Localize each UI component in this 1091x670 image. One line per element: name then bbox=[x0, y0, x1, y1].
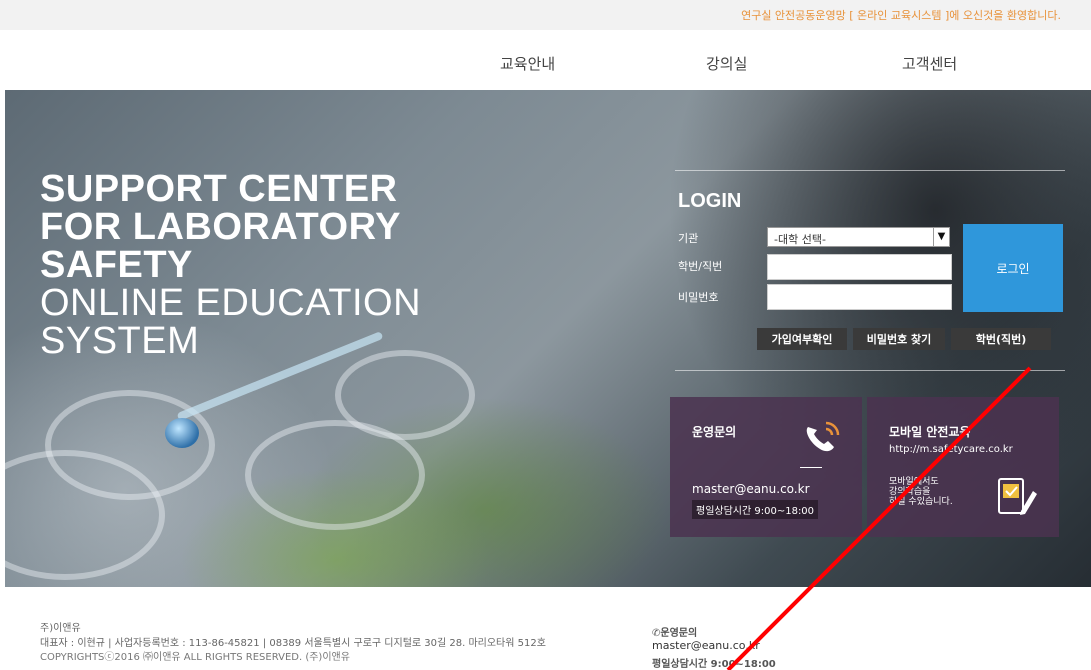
droplet-decoration bbox=[165, 418, 199, 448]
top-bar: 연구실 안전공동운영망 [ 온라인 교육시스템 ]에 오신것을 환영합니다. bbox=[0, 0, 1091, 30]
footer-company: 주)이앤유 bbox=[40, 623, 81, 634]
mobile-box-url: http://m.safetycare.co.kr bbox=[889, 444, 1013, 455]
mobile-box-desc-line: 모바일에서도 bbox=[889, 477, 939, 487]
welcome-message: 연구실 안전공동운영망 [ 온라인 교육시스템 ]에 오신것을 환영합니다. bbox=[741, 9, 1061, 22]
hero-banner: SUPPORT CENTER FOR LABORATORY SAFETY ONL… bbox=[5, 90, 1091, 587]
hero-title: SUPPORT CENTER FOR LABORATORY SAFETY ONL… bbox=[40, 170, 421, 360]
institution-label: 기관 bbox=[678, 232, 699, 245]
login-title: LOGIN bbox=[678, 190, 742, 212]
id-input[interactable] bbox=[767, 254, 952, 280]
mobile-box-description: 모바일에서도 강의학습을 하실 수있습니다. bbox=[889, 477, 953, 507]
footer-contact-title: ✆운영문의 bbox=[652, 624, 697, 639]
login-button[interactable]: 로그인 bbox=[963, 224, 1063, 312]
mobile-check-icon bbox=[998, 478, 1037, 515]
footer-contact-title-text: 운영문의 bbox=[660, 628, 698, 639]
mobile-box-title: 모바일 안전교육 bbox=[889, 425, 971, 439]
divider bbox=[675, 170, 1065, 171]
nav-item-customer-center[interactable]: 고객센터 bbox=[902, 53, 957, 74]
divider bbox=[675, 370, 1065, 371]
nav-item-classroom[interactable]: 강의실 bbox=[706, 53, 747, 74]
divider bbox=[800, 467, 822, 468]
footer-contact-email: master@eanu.co.kr bbox=[652, 639, 760, 652]
institution-select[interactable]: -대학 선택- ▼ bbox=[767, 227, 950, 247]
footer: 주)이앤유 대표자 : 이현규 | 사업자등록번호 : 113-86-45821… bbox=[0, 587, 1091, 670]
beaker-decoration bbox=[335, 350, 475, 440]
check-signup-button[interactable]: 가입여부확인 bbox=[757, 328, 847, 350]
hero-title-line: ONLINE EDUCATION bbox=[40, 282, 422, 324]
mobile-box-desc-line: 하실 수있습니다. bbox=[889, 497, 953, 507]
mobile-box-desc-line: 강의학습을 bbox=[889, 487, 931, 497]
id-label: 학번/직번 bbox=[678, 260, 723, 273]
chevron-down-icon: ▼ bbox=[933, 228, 949, 246]
nav-item-education-info[interactable]: 교육안내 bbox=[500, 53, 555, 74]
password-label: 비밀번호 bbox=[678, 291, 719, 304]
contact-box-email: master@eanu.co.kr bbox=[692, 482, 810, 496]
find-id-button[interactable]: 학번(직번) bbox=[951, 328, 1051, 350]
contact-box-title: 운영문의 bbox=[692, 425, 737, 439]
hero-title-line: SUPPORT CENTER bbox=[40, 168, 398, 210]
hero-title-line: FOR LABORATORY bbox=[40, 206, 401, 248]
footer-business-info: 대표자 : 이현규 | 사업자등록번호 : 113-86-45821 | 083… bbox=[40, 638, 546, 649]
main-nav: 교육안내 강의실 고객센터 bbox=[0, 30, 1091, 90]
footer-copyright: COPYRIGHTSⓒ2016 ㈜이앤유 ALL RIGHTS RESERVED… bbox=[40, 652, 350, 663]
phone-icon bbox=[806, 421, 840, 452]
contact-box-hours: 평일상담시간 9:00~18:00 bbox=[692, 500, 819, 519]
password-input[interactable] bbox=[767, 284, 952, 310]
institution-selected-value: -대학 선택- bbox=[774, 233, 826, 246]
find-password-button[interactable]: 비밀번호 찾기 bbox=[853, 328, 945, 350]
footer-contact-hours: 평일상담시간 9:00~18:00 bbox=[652, 659, 776, 670]
mobile-education-box[interactable]: 모바일 안전교육 http://m.safetycare.co.kr 모바일에서… bbox=[867, 397, 1059, 537]
hero-title-line: SAFETY bbox=[40, 244, 193, 286]
hero-title-line: SYSTEM bbox=[40, 320, 200, 362]
contact-box[interactable]: 운영문의 master@eanu.co.kr 평일상담시간 9:00~18:00 bbox=[670, 397, 862, 537]
